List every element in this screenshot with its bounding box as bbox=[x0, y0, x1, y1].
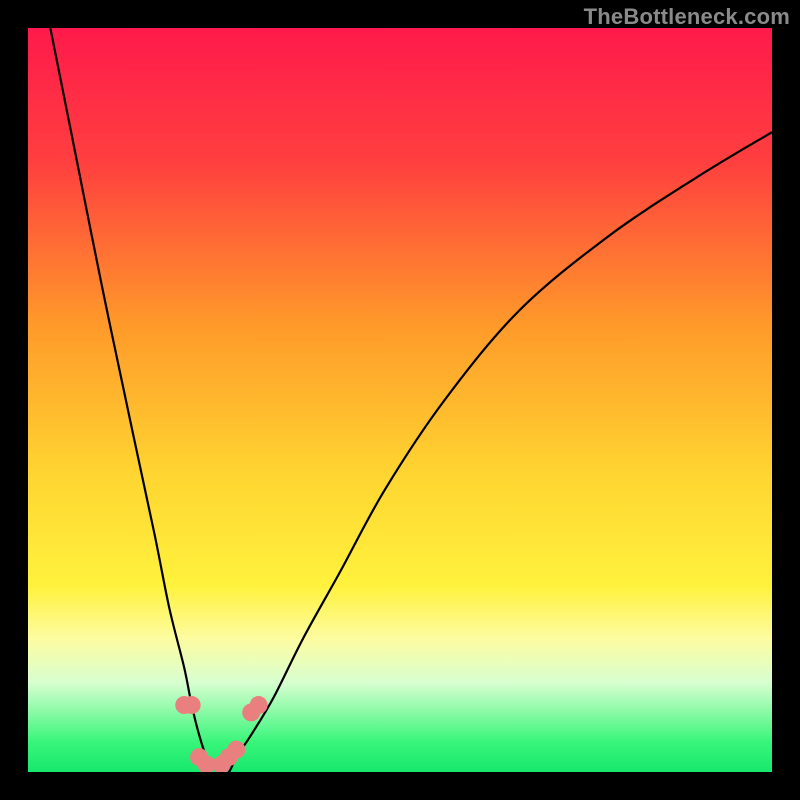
chart-frame: TheBottleneck.com bbox=[0, 0, 800, 800]
data-marker bbox=[250, 696, 268, 714]
bottleneck-curve bbox=[28, 28, 772, 772]
plot-area bbox=[28, 28, 772, 772]
data-marker bbox=[227, 741, 245, 759]
data-marker bbox=[183, 696, 201, 714]
watermark-text: TheBottleneck.com bbox=[584, 4, 790, 30]
